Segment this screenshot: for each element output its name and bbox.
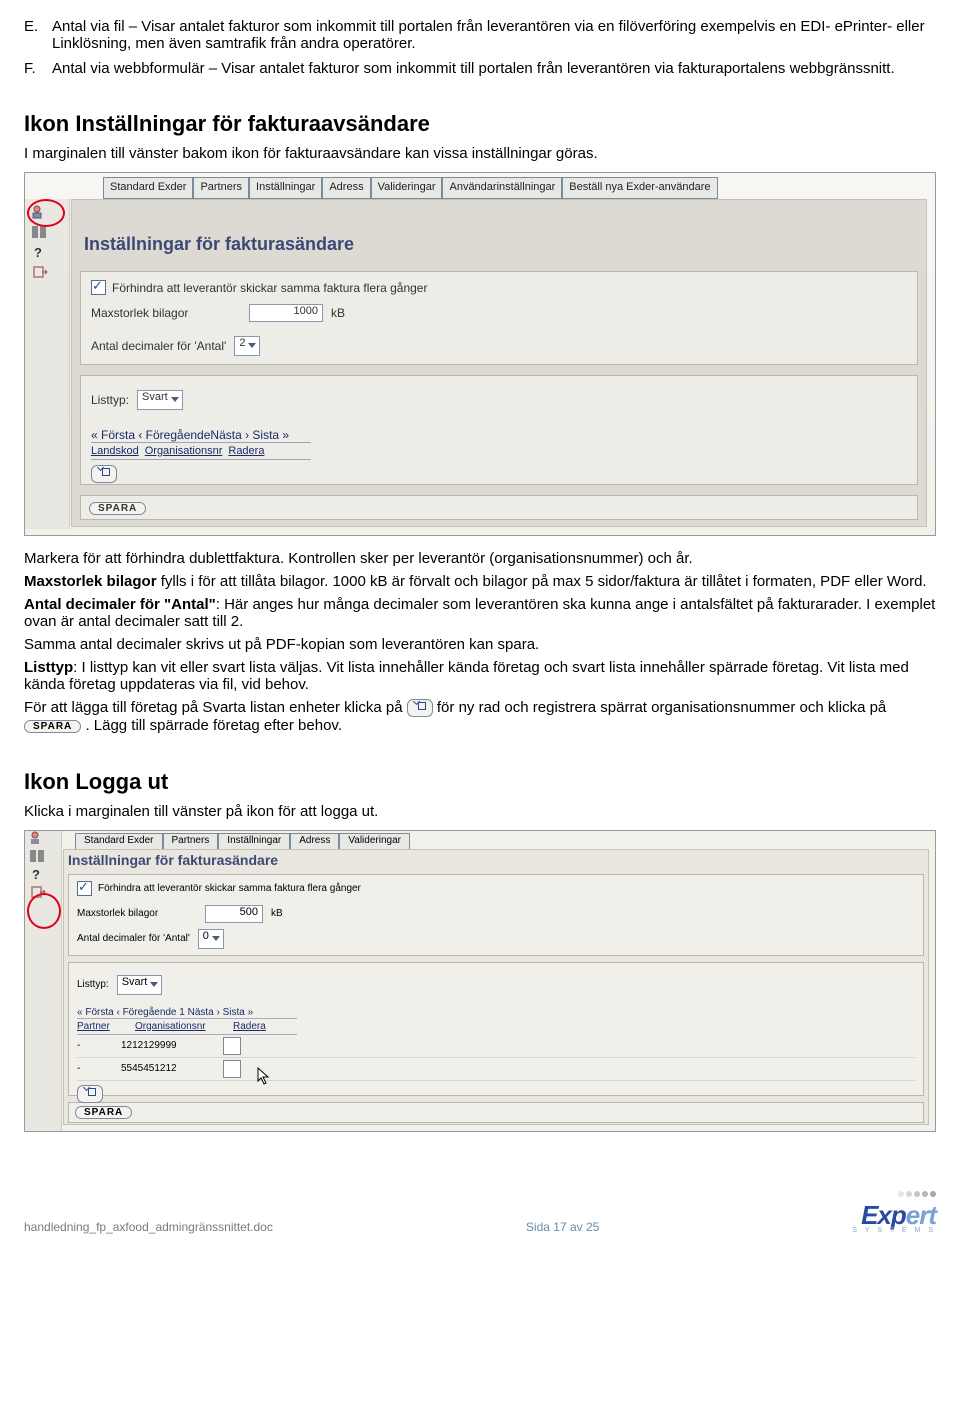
heading-settings: Ikon Inställningar för fakturaavsändare xyxy=(24,111,936,137)
list-icon[interactable] xyxy=(29,850,47,867)
p-pdf: Samma antal decimaler skrivs ut på PDF-k… xyxy=(24,636,936,653)
add-row-inline-icon xyxy=(407,699,433,717)
help-icon[interactable]: ? xyxy=(29,868,47,885)
th-orgnr[interactable]: Organisationsnr xyxy=(135,1021,225,1032)
intro-logout: Klicka i marginalen till vänster på ikon… xyxy=(24,803,936,820)
tab-standard-exder[interactable]: Standard Exder xyxy=(103,177,193,199)
tab-bestall-nya[interactable]: Beställ nya Exder-användare xyxy=(562,177,717,199)
list-mark: E. xyxy=(24,18,52,52)
listtyp-label: Listtyp: xyxy=(77,979,109,990)
sender-settings-icon[interactable] xyxy=(29,832,47,849)
pager[interactable]: « Första ‹ FöregåendeNästa › Sista » xyxy=(91,428,907,442)
list-mark: F. xyxy=(24,60,52,77)
list-panel: Listtyp: Svart « Första ‹ FöregåendeNäst… xyxy=(80,375,918,485)
save-panel: SPARA xyxy=(80,495,918,520)
list-text: Antal via fil – Visar antalet fakturor s… xyxy=(52,18,936,52)
max-size-unit: kB xyxy=(331,306,345,320)
tab-adress[interactable]: Adress xyxy=(322,177,370,199)
max-size-unit: kB xyxy=(271,908,283,919)
table-row: - 5545451212 xyxy=(77,1058,915,1081)
cursor-icon xyxy=(257,1067,271,1085)
pager[interactable]: « Första ‹ Föregående 1 Nästa › Sista » xyxy=(77,1007,915,1018)
cell-partner: - xyxy=(77,1040,109,1051)
add-row-button[interactable] xyxy=(77,1085,103,1103)
page-footer: handledning_fp_axfood_admingränssnittet.… xyxy=(0,1146,960,1246)
content-panel: Inställningar för fakturasändare Förhind… xyxy=(71,199,927,527)
max-size-input[interactable]: 1000 xyxy=(249,304,323,322)
p-listtyp: Listtyp: I listtyp kan vit eller svart l… xyxy=(24,659,936,693)
listtyp-select[interactable]: Svart xyxy=(117,975,163,995)
th-radera[interactable]: Radera xyxy=(233,1021,266,1032)
footer-page: Sida 17 av 25 xyxy=(526,1220,599,1234)
max-size-label: Maxstorlek bilagor xyxy=(77,908,197,919)
logout-icon[interactable] xyxy=(31,265,49,279)
save-button[interactable]: SPARA xyxy=(75,1106,132,1119)
decimals-select[interactable]: 0 xyxy=(198,929,224,949)
svg-text:?: ? xyxy=(34,245,42,259)
panel-title: Inställningar för fakturasändare xyxy=(64,850,928,874)
decimals-label: Antal decimaler för 'Antal' xyxy=(77,933,190,944)
tab-bar: Standard Exder Partners Inställningar Ad… xyxy=(103,177,929,199)
decimals-label: Antal decimaler för 'Antal' xyxy=(91,339,226,353)
listtyp-select[interactable]: Svart xyxy=(137,390,183,410)
list-item-e: E. Antal via fil – Visar antalet fakturo… xyxy=(24,18,936,52)
delete-checkbox[interactable] xyxy=(223,1037,241,1055)
list-icon[interactable] xyxy=(31,225,49,239)
footer-filename: handledning_fp_axfood_admingränssnittet.… xyxy=(24,1220,273,1234)
settings-panel: Förhindra att leverantör skickar samma f… xyxy=(80,271,918,365)
footer-logo: Expert S Y S T E M S xyxy=(852,1186,936,1234)
th-landskod[interactable]: Landskod xyxy=(91,445,139,457)
tab-valideringar[interactable]: Valideringar xyxy=(371,177,443,199)
tab-anvandarinstallningar[interactable]: Användarinställningar xyxy=(442,177,562,199)
screenshot-settings: Standard Exder Partners Inställningar Ad… xyxy=(24,172,936,536)
svg-text:?: ? xyxy=(32,867,40,881)
cell-org: 1212129999 xyxy=(121,1040,211,1051)
save-button[interactable]: SPARA xyxy=(89,502,146,515)
sidebar: ? xyxy=(25,831,62,1131)
save-panel: SPARA xyxy=(68,1102,924,1123)
decimals-select[interactable]: 2 xyxy=(234,336,260,356)
th-orgnr[interactable]: Organisationsnr xyxy=(145,445,223,457)
p-dublett: Markera för att förhindra dublettfaktura… xyxy=(24,550,936,567)
screenshot-logout: Standard Exder Partners Inställningar Ad… xyxy=(24,830,936,1132)
table-header: Landskod Organisationsnr Radera xyxy=(91,442,311,460)
help-icon[interactable]: ? xyxy=(31,245,49,259)
logout-icon[interactable] xyxy=(29,886,47,903)
content-panel: Inställningar för fakturasändare Förhind… xyxy=(63,849,929,1125)
p-add-company: För att lägga till företag på Svarta lis… xyxy=(24,699,936,735)
p-decimaler: Antal decimaler för "Antal": Här anges h… xyxy=(24,596,936,630)
prevent-duplicate-checkbox[interactable] xyxy=(91,280,106,295)
th-partner[interactable]: Partner xyxy=(77,1021,127,1032)
list-text: Antal via webbformulär – Visar antalet f… xyxy=(52,60,936,77)
list-item-f: F. Antal via webbformulär – Visar antale… xyxy=(24,60,936,77)
prevent-duplicate-label: Förhindra att leverantör skickar samma f… xyxy=(112,281,427,295)
sidebar: ? xyxy=(25,199,70,529)
cell-partner: - xyxy=(77,1063,109,1074)
table-header: Partner Organisationsnr Radera xyxy=(77,1018,297,1035)
table-row: - 1212129999 xyxy=(77,1035,915,1058)
cell-org: 5545451212 xyxy=(121,1063,211,1074)
save-inline-icon: SPARA xyxy=(24,720,81,733)
add-row-button[interactable] xyxy=(91,465,117,483)
delete-checkbox[interactable] xyxy=(223,1060,241,1078)
list-panel: Listtyp: Svart « Första ‹ Föregående 1 N… xyxy=(68,962,924,1096)
tab-partners[interactable]: Partners xyxy=(193,177,249,199)
max-size-label: Maxstorlek bilagor xyxy=(91,306,241,320)
intro-text: I marginalen till vänster bakom ikon för… xyxy=(24,145,936,162)
max-size-input[interactable]: 500 xyxy=(205,905,263,923)
panel-title: Inställningar för fakturasändare xyxy=(72,200,926,271)
heading-logout: Ikon Logga ut xyxy=(24,769,936,795)
tab-installningar[interactable]: Inställningar xyxy=(249,177,322,199)
th-radera[interactable]: Radera xyxy=(228,445,264,457)
prevent-duplicate-label: Förhindra att leverantör skickar samma f… xyxy=(98,883,361,894)
listtyp-label: Listtyp: xyxy=(91,393,129,407)
settings-panel: Förhindra att leverantör skickar samma f… xyxy=(68,874,924,956)
prevent-duplicate-checkbox[interactable] xyxy=(77,881,92,896)
sender-settings-icon[interactable] xyxy=(31,205,49,219)
p-maxstorlek: Maxstorlek bilagor fylls i för att tillå… xyxy=(24,573,936,590)
